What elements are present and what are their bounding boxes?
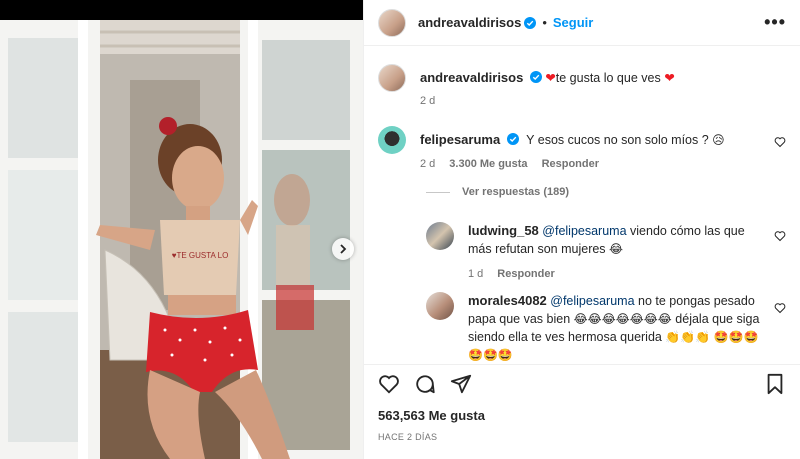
sad-emoji: 😥 [712, 133, 725, 147]
comment-username[interactable]: morales4082 [468, 293, 547, 308]
caption-meta: 2 d [420, 95, 435, 107]
red-heart-emoji: ❤ [664, 71, 675, 85]
post-details-panel: andreavaldirisos • Seguir ••• andreavald… [363, 0, 800, 459]
author-avatar[interactable] [378, 8, 406, 37]
caption-username[interactable]: andreavaldirisos [420, 70, 523, 85]
like-comment-heart-icon[interactable] [774, 136, 786, 148]
more-options-icon[interactable]: ••• [764, 12, 786, 33]
comment-time[interactable]: 2 d [420, 158, 435, 170]
commenter-avatar[interactable] [378, 126, 406, 154]
heart-icon[interactable] [378, 373, 400, 395]
post-photo: ♥TE GUSTA LO [0, 20, 363, 459]
caption-time[interactable]: 2 d [420, 95, 435, 107]
post-header: andreavaldirisos • Seguir ••• [364, 0, 800, 46]
reply-button[interactable]: Responder [497, 268, 554, 280]
comment-text: Y esos cucos no son solo míos ? [526, 133, 709, 147]
like-comment-heart-icon[interactable] [774, 302, 786, 314]
like-comment-heart-icon[interactable] [774, 230, 786, 242]
instagram-post-view: ♥TE GUSTA LO andreavaldirisos • Seguir •… [0, 0, 800, 459]
comment-icon[interactable] [414, 373, 436, 395]
mention-link[interactable]: @felipesaruma [542, 224, 626, 238]
post-actions-bar [364, 364, 800, 402]
red-heart-emoji: ❤ [545, 71, 556, 85]
post-time-ago[interactable]: HACE 2 DÍAS [378, 432, 437, 442]
follow-button[interactable]: Seguir [553, 15, 593, 30]
laughing-emoji: 😂😂😂😂😂😂😂 [573, 312, 672, 326]
author-username[interactable]: andreavaldirisos [418, 15, 521, 30]
replies-divider [426, 191, 450, 193]
likes-count[interactable]: 563,563 Me gusta [378, 408, 485, 423]
comment-time[interactable]: 1 d [468, 268, 483, 280]
reply-ludwing: ludwing_58 @felipesaruma viendo cómo las… [426, 222, 786, 258]
caption-text: te gusta lo que ves [555, 71, 661, 85]
next-photo-button[interactable] [332, 238, 354, 260]
caption-avatar[interactable] [378, 64, 406, 92]
reply-meta: 1 d Responder [468, 268, 555, 280]
comment-felipesaruma: felipesaruma Y esos cucos no son solo mí… [378, 126, 786, 154]
verified-badge-icon [506, 133, 519, 145]
comment-username[interactable]: ludwing_58 [468, 223, 539, 238]
verified-badge-icon [524, 16, 537, 29]
comments-list: andreavaldirisos ❤te gusta lo que ves ❤ … [364, 46, 800, 364]
bookmark-icon[interactable] [764, 373, 786, 395]
post-media: ♥TE GUSTA LO [0, 0, 363, 459]
header-separator: • [542, 15, 547, 30]
clapping-emoji: 👏👏👏 [665, 330, 711, 344]
comment-likes[interactable]: 3.300 Me gusta [449, 158, 527, 170]
reply-button[interactable]: Responder [542, 158, 599, 170]
mention-link[interactable]: @felipesaruma [550, 294, 634, 308]
chevron-right-icon [340, 244, 347, 254]
shirt-print-text: ♥TE GUSTA LO [172, 251, 229, 260]
reply-morales: morales4082 @felipesaruma no te pongas p… [426, 292, 786, 364]
share-icon[interactable] [450, 373, 472, 395]
view-replies-button[interactable]: Ver respuestas (189) [426, 186, 569, 198]
view-replies-label: Ver respuestas (189) [462, 186, 570, 198]
comment-username[interactable]: felipesaruma [420, 132, 500, 147]
laughing-emoji: 😂 [609, 242, 624, 256]
caption: andreavaldirisos ❤te gusta lo que ves ❤ [378, 64, 786, 92]
commenter-avatar[interactable] [426, 222, 454, 250]
commenter-avatar[interactable] [426, 292, 454, 320]
verified-badge-icon [529, 71, 542, 83]
comment-meta: 2 d 3.300 Me gusta Responder [420, 158, 599, 170]
